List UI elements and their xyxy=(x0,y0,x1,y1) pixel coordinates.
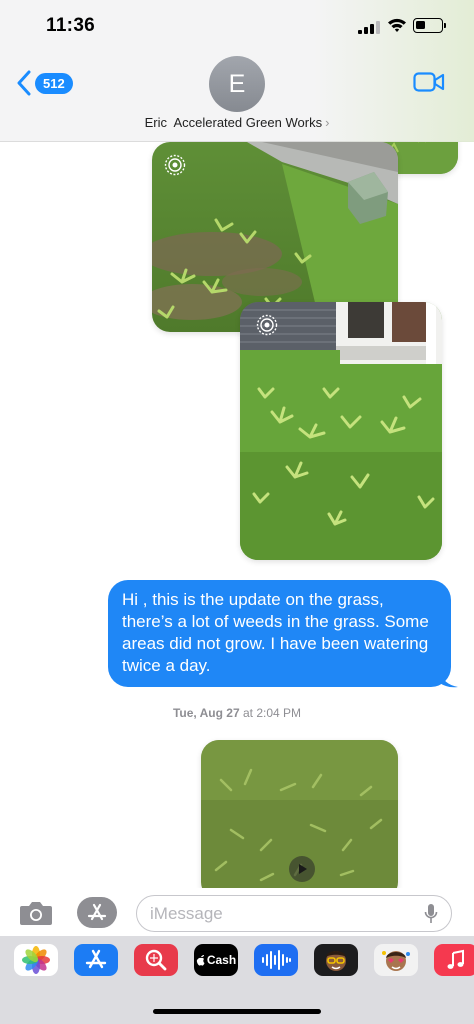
image-search-icon xyxy=(145,949,167,971)
avatar-initial: E xyxy=(228,69,246,98)
app-music[interactable] xyxy=(434,944,474,976)
live-photo-icon[interactable] xyxy=(256,314,278,336)
app-apple-cash[interactable]: Cash xyxy=(194,944,238,976)
unread-count-badge: 512 xyxy=(35,72,73,94)
camera-icon[interactable] xyxy=(19,900,53,926)
apps-button[interactable] xyxy=(77,897,117,928)
timestamp-time: at 2:04 PM xyxy=(239,706,302,720)
memoji-icon xyxy=(326,951,346,971)
app-animoji[interactable] xyxy=(374,944,418,976)
message-input-bar xyxy=(0,888,474,936)
play-button[interactable] xyxy=(289,856,315,882)
back-button[interactable]: 512 xyxy=(16,68,73,98)
message-text: Hi , this is the update on the grass, th… xyxy=(122,590,429,675)
audio-waveform-icon xyxy=(262,950,291,970)
app-store-icon xyxy=(85,949,107,969)
home-indicator[interactable] xyxy=(153,1009,321,1014)
chevron-right-icon: › xyxy=(325,115,330,130)
imessage-input[interactable] xyxy=(136,895,452,932)
apple-cash-label: Cash xyxy=(206,953,237,967)
chevron-left-icon xyxy=(17,70,31,96)
battery-icon xyxy=(413,18,446,33)
status-bar: 11:36 xyxy=(0,0,474,54)
play-icon xyxy=(299,864,307,874)
imessage-app-drawer: Cash xyxy=(0,936,474,1024)
microphone-icon[interactable] xyxy=(424,903,438,925)
bubble-tail xyxy=(440,672,458,688)
app-app-store[interactable] xyxy=(74,944,118,976)
message-timestamp: Tue, Aug 27 at 2:04 PM xyxy=(0,706,474,720)
app-audio-message[interactable] xyxy=(254,944,298,976)
apple-cash-icon xyxy=(196,955,205,966)
app-memoji-stickers[interactable] xyxy=(314,944,358,976)
battery-level xyxy=(416,21,425,29)
outgoing-message-bubble[interactable]: Hi , this is the update on the grass, th… xyxy=(108,580,451,687)
message-list[interactable]: Hi , this is the update on the grass, th… xyxy=(0,142,474,888)
app-image-search[interactable] xyxy=(134,944,178,976)
animoji-icon xyxy=(382,951,410,971)
timestamp-day: Tue, Aug 27 xyxy=(172,706,240,720)
contact-avatar[interactable]: E xyxy=(209,56,265,112)
music-icon xyxy=(447,949,464,969)
contact-name: Eric Accelerated Green Works xyxy=(144,115,323,130)
app-photos[interactable] xyxy=(14,944,58,976)
app-store-icon xyxy=(87,903,107,921)
cellular-signal-icon xyxy=(358,20,380,34)
live-photo-icon[interactable] xyxy=(164,154,186,176)
image-message[interactable] xyxy=(240,302,442,560)
video-message[interactable] xyxy=(201,740,398,888)
wifi-icon xyxy=(388,18,406,32)
status-time: 11:36 xyxy=(46,15,96,36)
facetime-video-icon[interactable] xyxy=(413,70,445,94)
contact-name-button[interactable]: Eric Accelerated Green Works › xyxy=(0,115,474,130)
photos-icon xyxy=(22,946,50,974)
